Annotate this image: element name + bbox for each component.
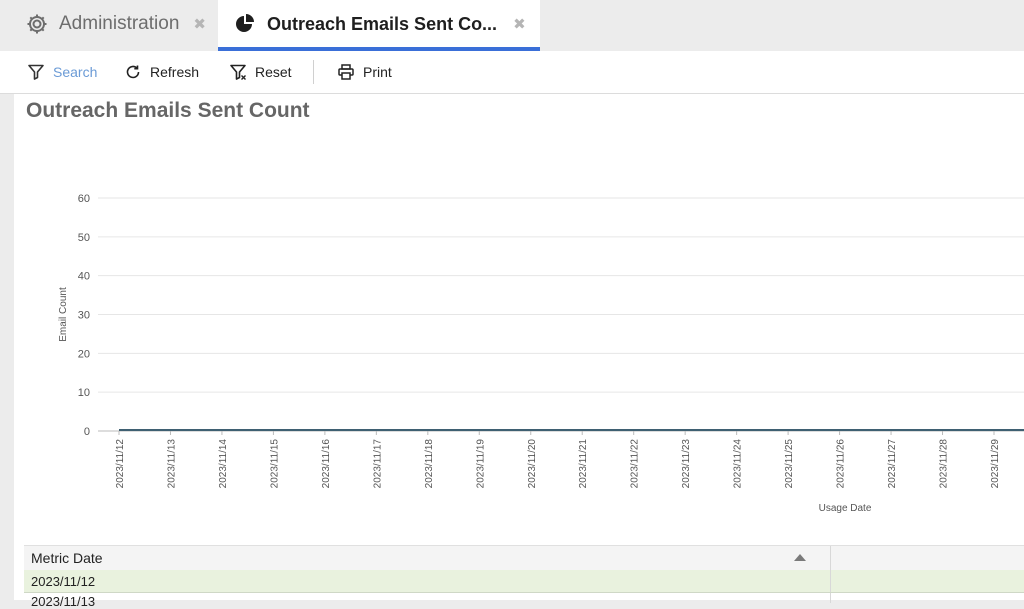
x-tick-label: 2023/11/20	[527, 439, 538, 489]
column-header-label: Metric Date	[31, 550, 103, 566]
y-tick-label: 40	[78, 271, 90, 283]
x-axis-label: Usage Date	[819, 503, 872, 514]
y-tick-label: 10	[78, 387, 90, 399]
x-tick-label: 2023/11/14	[218, 439, 229, 489]
search-button[interactable]: Search	[27, 51, 97, 93]
cell-text: 2023/11/12	[31, 574, 96, 589]
tab-label: Administration	[59, 13, 180, 34]
reset-label: Reset	[255, 64, 292, 80]
gear-icon	[24, 11, 50, 37]
tab-bar: Administration ✖ Outreach Emails Sent Co…	[0, 0, 1024, 51]
x-tick-label: 2023/11/29	[990, 439, 1001, 489]
x-tick-label: 2023/11/21	[578, 439, 589, 489]
cell-text: 2023/11/13	[31, 594, 96, 609]
y-tick-label: 50	[78, 232, 90, 244]
toolbar: Search Refresh Reset Print	[0, 51, 1024, 94]
print-button[interactable]: Print	[337, 51, 392, 93]
y-tick-label: 20	[78, 348, 90, 360]
table-row[interactable]: 2023/11/12	[24, 570, 1024, 593]
x-tick-label: 2023/11/24	[733, 439, 744, 489]
line-chart: 0 10 20 30 40 50 60 Email Count 2023/11/12 2023/1…	[58, 193, 1024, 514]
x-tick-label: 2023/11/28	[939, 439, 950, 489]
print-icon	[337, 63, 355, 81]
sort-ascending-icon[interactable]	[794, 554, 806, 561]
x-tick-label: 2023/11/12	[115, 439, 126, 489]
reset-button[interactable]: Reset	[229, 51, 292, 93]
table-cell: 2023/11/13	[24, 593, 831, 609]
data-grid: Metric Date 2023/11/12 2023/11/13	[24, 545, 1024, 609]
y-axis-label: Email Count	[58, 287, 69, 342]
tab-label: Outreach Emails Sent Co...	[267, 13, 498, 34]
print-label: Print	[363, 64, 392, 80]
tab-outreach-emails[interactable]: Outreach Emails Sent Co... ✖	[218, 0, 540, 51]
x-tick-label: 2023/11/19	[475, 439, 486, 489]
x-tick-label: 2023/11/18	[424, 439, 435, 489]
column-header-metric-date[interactable]: Metric Date	[24, 546, 831, 570]
y-tick-label: 30	[78, 310, 90, 322]
close-icon[interactable]: ✖	[513, 15, 526, 33]
table-cell: 2023/11/12	[24, 570, 831, 592]
refresh-label: Refresh	[150, 64, 200, 80]
tab-administration[interactable]: Administration ✖	[24, 0, 206, 48]
x-tick-label: 2023/11/25	[784, 439, 795, 489]
toolbar-divider	[313, 60, 314, 84]
search-label: Search	[53, 64, 98, 80]
grid-header: Metric Date	[24, 545, 1024, 571]
refresh-button[interactable]: Refresh	[124, 51, 199, 93]
x-tick-label: 2023/11/22	[630, 439, 641, 489]
report-panel: Outreach Emails Sent Count 0 10 20 30 40 50 60…	[14, 94, 1024, 609]
refresh-icon	[124, 63, 142, 81]
pie-chart-icon	[232, 11, 258, 37]
x-tick-label: 2023/11/16	[321, 439, 332, 489]
x-tick-label: 2023/11/17	[372, 439, 383, 489]
filter-icon	[27, 63, 45, 81]
x-tick-label: 2023/11/23	[681, 439, 692, 489]
x-tick-label: 2023/11/13	[166, 439, 177, 489]
x-tick-label: 2023/11/15	[269, 439, 280, 489]
x-tick-label: 2023/11/26	[836, 439, 847, 489]
y-tick-label: 0	[84, 426, 90, 438]
close-icon[interactable]: ✖	[193, 15, 206, 33]
x-tick-label: 2023/11/27	[887, 439, 898, 489]
reset-filter-icon	[229, 63, 247, 81]
table-row[interactable]: 2023/11/13	[24, 593, 1024, 609]
y-tick-label: 60	[78, 193, 90, 205]
